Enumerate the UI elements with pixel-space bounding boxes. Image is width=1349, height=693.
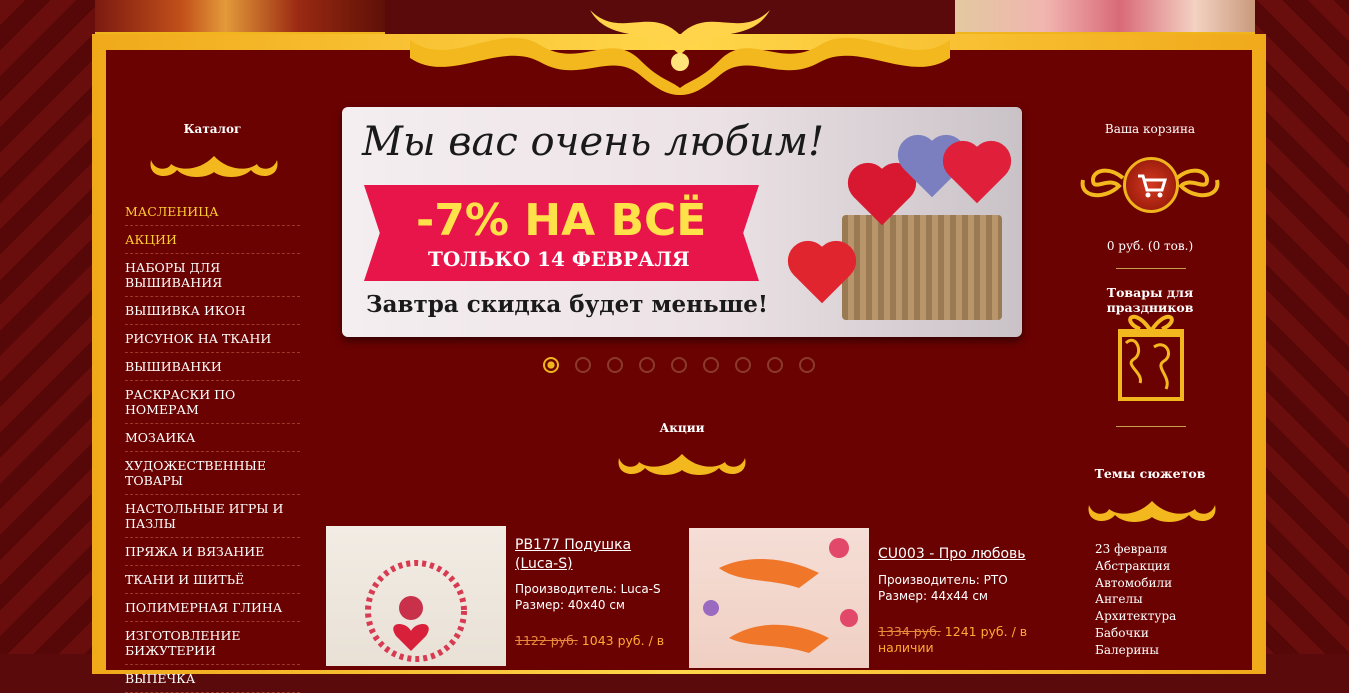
header-ornament [410, 10, 950, 95]
theme-item[interactable]: Автомобили [1095, 575, 1176, 592]
product-old-price: 1122 руб. [515, 633, 578, 648]
catalog-item-board-games[interactable]: НАСТОЛЬНЫЕ ИГРЫ И ПАЗЛЫ [125, 495, 300, 538]
catalog-ornament [150, 156, 278, 177]
catalog-item-sewing[interactable]: ТКАНИ И ШИТЬЁ [125, 566, 300, 594]
divider [1116, 268, 1186, 269]
theme-item[interactable]: 23 февраля [1095, 541, 1176, 558]
promotions-ornament [618, 454, 746, 475]
themes-ornament [1088, 501, 1216, 522]
cupid-pillow-picture [365, 560, 467, 662]
catalog-item-icon-embroidery[interactable]: ВЫШИВКА ИКОН [125, 297, 300, 325]
slider-dot[interactable] [703, 357, 719, 373]
product-image[interactable] [326, 526, 506, 666]
themes-list: 23 февраля Абстракция Автомобили Ангелы … [1095, 541, 1176, 659]
catalog-item-promotions[interactable]: АКЦИИ [125, 226, 300, 254]
cart-title: Ваша корзина [1104, 122, 1196, 136]
cart-glyph [1138, 174, 1168, 198]
slider-dot[interactable] [607, 357, 623, 373]
banner-subline: ТОЛЬКО 14 ФЕВРАЛЯ [428, 247, 690, 271]
catalog-item-baking[interactable]: ВЫПЕЧКА [125, 665, 300, 693]
product-size: Размер: 40x40 см [515, 598, 625, 612]
catalog-item-maslenitsa[interactable]: МАСЛЕНИЦА [125, 198, 300, 226]
product-size: Размер: 44x44 см [878, 589, 988, 603]
slider-dot[interactable] [767, 357, 783, 373]
product-manufacturer: Производитель: Luca-S [515, 582, 661, 596]
catalog-item-vyshyvanki[interactable]: ВЫШИВАНКИ [125, 353, 300, 381]
catalog-item-art-supplies[interactable]: ХУДОЖЕСТВЕННЫЕ ТОВАРЫ [125, 452, 300, 495]
theme-item[interactable]: Абстракция [1095, 558, 1176, 575]
banner-footer: Завтра скидка будет меньше! [366, 291, 769, 318]
catalog-item-yarn[interactable]: ПРЯЖА И ВЯЗАНИЕ [125, 538, 300, 566]
heart-polka [948, 146, 1006, 204]
slider-dot[interactable] [639, 357, 655, 373]
catalog-item-jewelry-making[interactable]: ИЗГОТОВЛЕНИЕ БИЖУТЕРИИ [125, 622, 300, 665]
catalog-item-paint-by-numbers[interactable]: РАСКРАСКИ ПО НОМЕРАМ [125, 381, 300, 424]
slider-dot[interactable] [799, 357, 815, 373]
fox-pillow-picture [703, 538, 858, 653]
divider [1116, 426, 1186, 427]
theme-item[interactable]: Ангелы [1095, 591, 1176, 608]
product-image[interactable] [689, 528, 869, 668]
header-picture-left [95, 0, 385, 36]
product-new-price: 1043 руб. / в [581, 633, 665, 648]
banner-headline: Мы вас очень любим! [362, 119, 825, 165]
catalog-item-printed-fabric[interactable]: РИСУНОК НА ТКАНИ [125, 325, 300, 353]
catalog-title: Каталог [183, 122, 242, 136]
slider-dot[interactable] [575, 357, 591, 373]
theme-item[interactable]: Архитектура [1095, 608, 1176, 625]
slider-dot[interactable] [671, 357, 687, 373]
slider-dot[interactable] [735, 357, 751, 373]
catalog-item-embroidery-kits[interactable]: НАБОРЫ ДЛЯ ВЫШИВАНИЯ [125, 254, 300, 297]
product-manufacturer: Производитель: РТО [878, 573, 1008, 587]
themes-title: Темы сюжетов [1094, 466, 1206, 481]
catalog-item-polymer-clay[interactable]: ПОЛИМЕРНАЯ ГЛИНА [125, 594, 300, 622]
catalog-menu: МАСЛЕНИЦА АКЦИИ НАБОРЫ ДЛЯ ВЫШИВАНИЯ ВЫШ… [125, 198, 300, 693]
basket-image [842, 215, 1002, 320]
theme-item[interactable]: Балерины [1095, 642, 1176, 659]
product-link[interactable]: PB177 Подушка (Luca-S) [515, 536, 665, 574]
promotions-title: Акции [659, 421, 705, 435]
slider-dot[interactable] [543, 357, 559, 373]
promo-banner[interactable]: Мы вас очень любим! -7% НА ВСЁ ТОЛЬКО 14… [342, 107, 1022, 337]
cart-icon[interactable] [1123, 157, 1179, 213]
gift-icon[interactable] [1114, 303, 1188, 401]
cart-summary[interactable]: 0 руб. (0 тов.) [1085, 239, 1215, 253]
header-picture-right [955, 0, 1255, 36]
catalog-item-mosaic[interactable]: МОЗАИКА [125, 424, 300, 452]
banner-discount: -7% НА ВСЁ [416, 195, 707, 246]
product-old-price: 1334 руб. [878, 624, 941, 639]
background-pattern-left [0, 0, 100, 654]
product-link[interactable]: CU003 - Про любовь [878, 545, 1038, 564]
theme-item[interactable]: Бабочки [1095, 625, 1176, 642]
product-new-price: 1241 руб. / в [944, 624, 1028, 639]
